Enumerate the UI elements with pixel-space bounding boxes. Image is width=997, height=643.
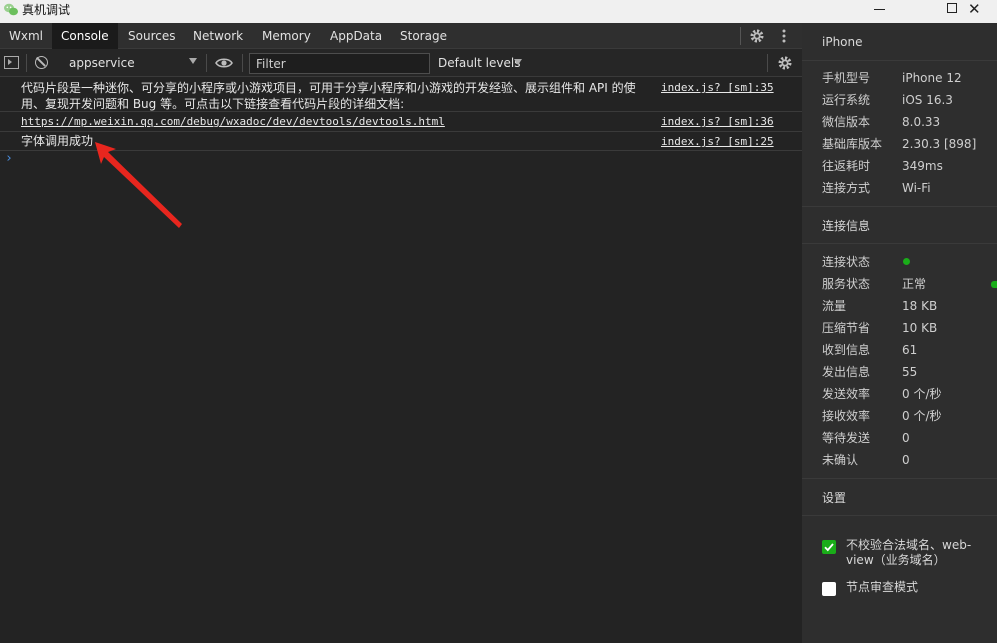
eye-icon[interactable] (215, 56, 233, 70)
info-key: 微信版本 (822, 115, 871, 129)
info-value: 349ms (902, 159, 943, 173)
option-label: 节点审查模式 (846, 580, 919, 594)
chevron-down-icon (514, 59, 522, 65)
info-value: 0 个/秒 (902, 409, 942, 423)
info-key: 压缩节省 (822, 321, 871, 335)
info-key: 接收效率 (822, 409, 871, 423)
close-button[interactable]: ✕ (951, 0, 997, 23)
option-label: 不校验合法域名、web-view（业务域名） (846, 538, 972, 567)
info-key: 发出信息 (822, 365, 871, 379)
info-value: 0 个/秒 (902, 387, 942, 401)
settings-header: 设置 (802, 478, 997, 516)
log-levels-select[interactable]: Default levels (438, 53, 520, 73)
info-value: iPhone 12 (902, 71, 962, 85)
message-source-link[interactable]: index.js? [sm]:36 (661, 114, 774, 130)
info-key: 流量 (822, 299, 847, 313)
console-toolbar: appservice Default levels (0, 49, 802, 77)
tab-wxml[interactable]: Wxml (0, 23, 52, 49)
tab-sources[interactable]: Sources (119, 23, 184, 49)
domain-check-option[interactable]: 不校验合法域名、web-view（业务域名） (822, 538, 992, 570)
toolbar-separator (26, 54, 27, 72)
console-settings-icon[interactable] (777, 55, 793, 71)
check-icon (824, 543, 834, 552)
info-value: 2.30.3 [898] (902, 137, 977, 151)
info-key: 往返耗时 (822, 159, 871, 173)
minimize-button[interactable] (857, 0, 903, 23)
device-info-panel: iPhone 手机型号 iPhone 12 运行系统 iOS 16.3 微信版本… (802, 23, 997, 643)
info-key: 连接方式 (822, 181, 871, 195)
toolbar-separator (206, 54, 207, 72)
checkbox-checked[interactable] (822, 540, 836, 554)
tab-network[interactable]: Network (184, 23, 252, 49)
tab-appdata[interactable]: AppData (321, 23, 391, 49)
info-value: 18 KB (902, 299, 938, 313)
more-menu-icon[interactable] (781, 28, 787, 44)
title-bar: 真机调试 ✕ (0, 0, 997, 23)
connection-header: 连接信息 (802, 206, 997, 244)
console-prompt[interactable]: › (5, 151, 13, 166)
info-key: 服务状态 (822, 277, 871, 291)
info-value: iOS 16.3 (902, 93, 953, 107)
connection-status-dot (903, 258, 910, 265)
info-value: 55 (902, 365, 918, 379)
info-key: 收到信息 (822, 343, 871, 357)
node-inspect-option[interactable]: 节点审查模式 (822, 580, 992, 598)
toolbar-separator (767, 54, 768, 72)
info-key: 连接状态 (822, 255, 871, 269)
annotation-arrow (95, 142, 182, 228)
info-key: 发送效率 (822, 387, 871, 401)
minimize-icon (874, 9, 885, 10)
console-message: 代码片段是一种迷你、可分享的小程序或小游戏项目，可用于分享小程序和小游戏的开发经… (0, 78, 802, 112)
gear-icon[interactable] (749, 28, 765, 44)
filter-input[interactable] (249, 53, 430, 74)
info-value: 0 (902, 431, 910, 445)
info-key: 运行系统 (822, 93, 871, 107)
info-value: Wi-Fi (902, 181, 931, 195)
tabs-divider (740, 27, 741, 45)
wechat-devtools-icon (4, 3, 18, 16)
info-value: 8.0.33 (902, 115, 941, 129)
message-url-link[interactable]: https://mp.weixin.qq.com/debug/wxadoc/de… (21, 114, 646, 130)
info-value: 10 KB (902, 321, 938, 335)
close-icon: ✕ (968, 0, 981, 18)
context-select[interactable]: appservice (62, 53, 202, 73)
status-dot-edge (991, 281, 997, 288)
message-text: 代码片段是一种迷你、可分享的小程序或小游戏项目，可用于分享小程序和小游戏的开发经… (21, 81, 636, 111)
info-key: 等待发送 (822, 431, 871, 445)
toggle-sidebar-icon[interactable] (4, 56, 19, 69)
chevron-down-icon (189, 58, 197, 64)
device-header: iPhone (802, 23, 997, 61)
info-key: 手机型号 (822, 71, 871, 85)
clear-console-icon[interactable] (35, 56, 48, 69)
info-key: 未确认 (822, 453, 859, 467)
message-source-link[interactable]: index.js? [sm]:35 (661, 80, 774, 96)
tab-console[interactable]: Console (52, 23, 118, 49)
info-value: 正常 (902, 277, 927, 291)
window-title: 真机调试 (22, 3, 71, 17)
info-key: 基础库版本 (822, 137, 883, 151)
tab-memory[interactable]: Memory (253, 23, 320, 49)
console-message: https://mp.weixin.qq.com/debug/wxadoc/de… (0, 112, 802, 132)
info-value: 61 (902, 343, 918, 357)
info-value: 0 (902, 453, 910, 467)
checkbox-unchecked[interactable] (822, 582, 836, 596)
message-source-link[interactable]: index.js? [sm]:25 (661, 134, 774, 150)
tab-storage[interactable]: Storage (391, 23, 456, 49)
devtools-tabbar: Wxml Console Sources Network Memory AppD… (0, 23, 802, 49)
toolbar-separator (242, 54, 243, 72)
